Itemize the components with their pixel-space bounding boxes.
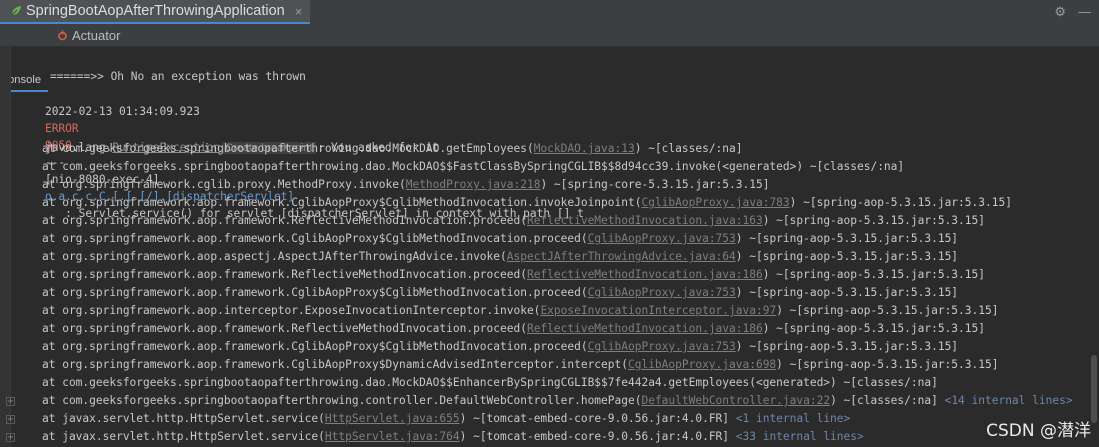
frame-text: at javax.servlet.http.HttpServlet.servic… <box>42 412 325 425</box>
console-line: ======>> Oh No an exception was thrown <box>18 51 306 83</box>
source-link[interactable]: MockDAO.java:13 <box>534 142 635 155</box>
stack-frame: + at javax.servlet.http.HttpServlet.servi… <box>6 410 851 427</box>
frame-suffix: ) ~[spring-aop-5.3.15.jar:5.3.15] <box>735 232 959 245</box>
watermark: CSDN @潜洋 <box>986 421 1091 441</box>
source-link[interactable]: CglibAopProxy.java:753 <box>588 286 736 299</box>
frame-text: at org.springframework.aop.framework.Ref… <box>42 214 527 227</box>
tab-actuator-label: Actuator <box>72 27 121 43</box>
source-link[interactable]: CglibAopProxy.java:753 <box>588 232 736 245</box>
stack-frame: at com.geeksforgeeks.springbootaopaftert… <box>42 140 743 157</box>
console-output[interactable]: ======>> Oh No an exception was thrown 2… <box>6 46 1099 447</box>
frame-suffix: ) ~[spring-aop-5.3.15.jar:5.3.15] <box>762 322 985 335</box>
frame-text: at org.springframework.aop.framework.Cgl… <box>42 286 588 299</box>
source-link[interactable]: ReflectiveMethodInvocation.java:186 <box>527 268 763 281</box>
stack-frame: at org.springframework.aop.framework.Cgl… <box>42 284 958 301</box>
frame-text: at org.springframework.cglib.proxy.Metho… <box>42 178 406 191</box>
tab-actuator[interactable]: Actuator <box>57 24 120 46</box>
frame-suffix: ) ~[tomcat-embed-core-9.0.56.jar:4.0.FR] <box>459 412 736 425</box>
stack-frame: at org.springframework.aop.framework.Cgl… <box>42 194 1012 211</box>
vertical-scrollbar[interactable] <box>1091 355 1097 423</box>
frame-suffix: ) ~[classes/:na] <box>830 394 945 407</box>
stack-frame: + at javax.servlet.http.HttpServlet.servi… <box>6 428 864 445</box>
internal-lines-link[interactable]: <14 internal lines> <box>945 394 1073 407</box>
stack-frame: at org.springframework.aop.interceptor.E… <box>42 302 998 319</box>
frame-text: at org.springframework.aop.framework.Cgl… <box>42 232 588 245</box>
expand-fold-icon[interactable]: + <box>6 415 15 425</box>
frame-suffix: ) ~[spring-aop-5.3.15.jar:5.3.15] <box>776 358 999 371</box>
tool-subtabs: Console Actuator <box>0 24 1099 92</box>
console-gutter <box>0 46 10 447</box>
gear-icon[interactable]: ⚙ <box>1054 4 1066 20</box>
expand-fold-icon[interactable]: + <box>6 433 15 443</box>
frame-text: at org.springframework.aop.aspectj.Aspec… <box>42 250 507 263</box>
frame-text: at com.geeksforgeeks.springbootaopaftert… <box>42 376 938 389</box>
frame-text: at org.springframework.aop.framework.Cgl… <box>42 196 642 209</box>
internal-lines-link[interactable]: <33 internal lines> <box>736 430 864 443</box>
frame-text: at org.springframework.aop.framework.Ref… <box>42 322 527 335</box>
frame-suffix: ) ~[tomcat-embed-core-9.0.56.jar:4.0.FR] <box>459 430 736 443</box>
frame-text: at org.springframework.aop.framework.Cgl… <box>42 340 588 353</box>
stack-frame: at com.geeksforgeeks.springbootaopaftert… <box>42 158 904 175</box>
log-error-line: 2022-02-13 01:34:09.923 ERROR 9050 --- [… <box>18 86 584 220</box>
stack-frame: at org.springframework.aop.aspectj.Aspec… <box>42 248 958 265</box>
frame-text: at org.springframework.aop.framework.Ref… <box>42 268 527 281</box>
exception-line: java.lang.RuntimeException Create breakpo… <box>18 122 439 154</box>
internal-lines-link[interactable]: <1 internal line> <box>736 412 851 425</box>
frame-suffix: ) ~[spring-aop-5.3.15.jar:5.3.15] <box>776 304 999 317</box>
source-link[interactable]: CglibAopProxy.java:698 <box>628 358 776 371</box>
frame-suffix: ) ~[spring-core-5.3.15.jar:5.3.15] <box>540 178 770 191</box>
stack-frame: at org.springframework.cglib.proxy.Metho… <box>42 176 769 193</box>
stack-frame: at org.springframework.aop.framework.Cgl… <box>42 230 958 247</box>
spring-leaf-icon <box>11 6 21 16</box>
run-tab-bar: SpringBootAopAfterThrowingApplication × … <box>0 0 1099 25</box>
frame-suffix: ) ~[spring-aop-5.3.15.jar:5.3.15] <box>762 214 985 227</box>
frame-suffix: ) ~[spring-aop-5.3.15.jar:5.3.15] <box>762 268 985 281</box>
actuator-icon <box>58 30 67 40</box>
frame-suffix: ) ~[spring-aop-5.3.15.jar:5.3.15] <box>789 196 1012 209</box>
frame-text: at com.geeksforgeeks.springbootaopaftert… <box>42 142 534 155</box>
source-link[interactable]: ReflectiveMethodInvocation.java:163 <box>527 214 763 227</box>
close-icon[interactable]: × <box>295 4 303 19</box>
frame-text: at com.geeksforgeeks.springbootaopaftert… <box>42 394 642 407</box>
frame-suffix: ) ~[spring-aop-5.3.15.jar:5.3.15] <box>735 250 959 263</box>
frame-text: at com.geeksforgeeks.springbootaopaftert… <box>42 160 905 173</box>
source-link[interactable]: ReflectiveMethodInvocation.java:186 <box>527 322 763 335</box>
run-tab[interactable]: SpringBootAopAfterThrowingApplication × <box>0 0 311 24</box>
gutter-divider <box>10 46 11 447</box>
source-link[interactable]: DefaultWebController.java:22 <box>641 394 830 407</box>
source-link[interactable]: HttpServlet.java:764 <box>325 430 460 443</box>
stack-frame: at com.geeksforgeeks.springbootaopaftert… <box>42 374 938 391</box>
log-timestamp: 2022-02-13 01:34:09.923 <box>44 105 200 118</box>
source-link[interactable]: ExposeInvocationInterceptor.java:97 <box>540 304 776 317</box>
source-link[interactable]: CglibAopProxy.java:753 <box>588 340 736 353</box>
frame-text: at javax.servlet.http.HttpServlet.servic… <box>42 430 325 443</box>
frame-suffix: ) ~[spring-aop-5.3.15.jar:5.3.15] <box>735 340 959 353</box>
stack-frame: + at com.geeksforgeeks.springbootaopafter… <box>6 392 1073 409</box>
stack-frame: at org.springframework.aop.framework.Ref… <box>42 212 985 229</box>
oh-no-message: ======>> Oh No an exception was thrown <box>49 70 306 83</box>
run-tab-title: SpringBootAopAfterThrowingApplication <box>26 3 285 19</box>
source-link[interactable]: AspectJAfterThrowingAdvice.java:64 <box>507 250 736 263</box>
frame-text: at org.springframework.aop.interceptor.E… <box>42 304 541 317</box>
stack-frame: at org.springframework.aop.framework.Ref… <box>42 320 985 337</box>
frame-suffix: ) ~[spring-aop-5.3.15.jar:5.3.15] <box>735 286 959 299</box>
minus-icon[interactable]: — <box>1078 4 1091 20</box>
stack-frame: at org.springframework.aop.framework.Cgl… <box>42 338 958 355</box>
source-link[interactable]: MethodProxy.java:218 <box>406 178 541 191</box>
stack-frame: at org.springframework.aop.framework.Cgl… <box>42 356 998 373</box>
frame-suffix: ) ~[classes/:na] <box>634 142 743 155</box>
stack-frame: at org.springframework.aop.framework.Ref… <box>42 266 985 283</box>
expand-fold-icon[interactable]: + <box>6 397 15 407</box>
frame-text: at org.springframework.aop.framework.Cgl… <box>42 358 628 371</box>
source-link[interactable]: HttpServlet.java:655 <box>325 412 460 425</box>
source-link[interactable]: CglibAopProxy.java:783 <box>641 196 789 209</box>
